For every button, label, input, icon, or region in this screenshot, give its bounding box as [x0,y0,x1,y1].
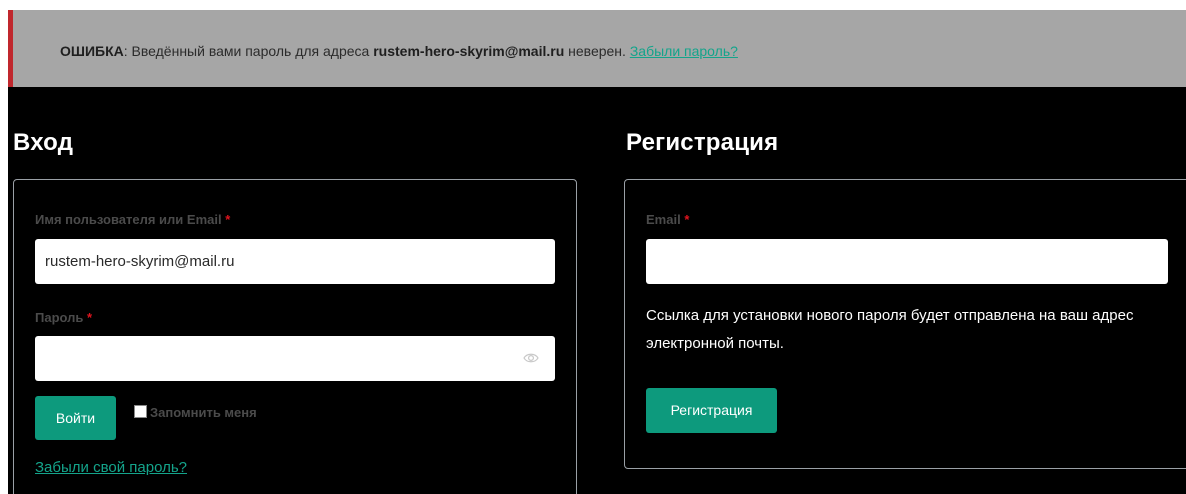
login-heading: Вход [13,129,74,156]
register-email-label-text: Email [646,212,681,227]
remember-me-checkbox[interactable] [134,405,147,418]
password-label: Пароль * [35,310,92,325]
register-button[interactable]: Регистрация [646,388,777,433]
page: ОШИБКА: Введённый вами пароль для адреса… [0,0,1186,494]
password-label-text: Пароль [35,310,84,325]
username-label-text: Имя пользователя или Email [35,212,222,227]
remember-me-label: Запомнить меня [150,405,257,420]
required-mark: * [87,310,93,325]
register-email-input[interactable] [646,239,1168,284]
password-input[interactable] [35,336,555,381]
error-email: rustem-hero-skyrim@mail.ru [373,43,565,59]
required-mark: * [684,212,690,227]
register-info-text: Ссылка для установки нового пароля будет… [646,307,1134,352]
top-border [0,0,1186,10]
error-label: ОШИБКА [60,43,124,59]
required-mark: * [225,212,231,227]
register-email-label: Email * [646,212,689,227]
eye-icon[interactable] [523,351,539,365]
error-notice: ОШИБКА: Введённый вами пароль для адреса… [8,10,1186,87]
login-button[interactable]: Войти [35,396,116,440]
error-message: ОШИБКА: Введённый вами пароль для адреса… [60,43,738,59]
username-input[interactable]: rustem-hero-skyrim@mail.ru [35,239,555,284]
remember-me[interactable]: Запомнить меня [134,405,257,420]
error-text-before: : Введённый вами пароль для адреса [123,43,374,59]
username-label: Имя пользователя или Email * [35,212,230,227]
error-text-after: неверен. [564,43,630,59]
register-heading: Регистрация [626,129,779,156]
forgot-password-link[interactable]: Забыли свой пароль? [35,459,187,476]
left-border [0,0,8,494]
forgot-password-notice-link[interactable]: Забыли пароль? [630,43,738,59]
